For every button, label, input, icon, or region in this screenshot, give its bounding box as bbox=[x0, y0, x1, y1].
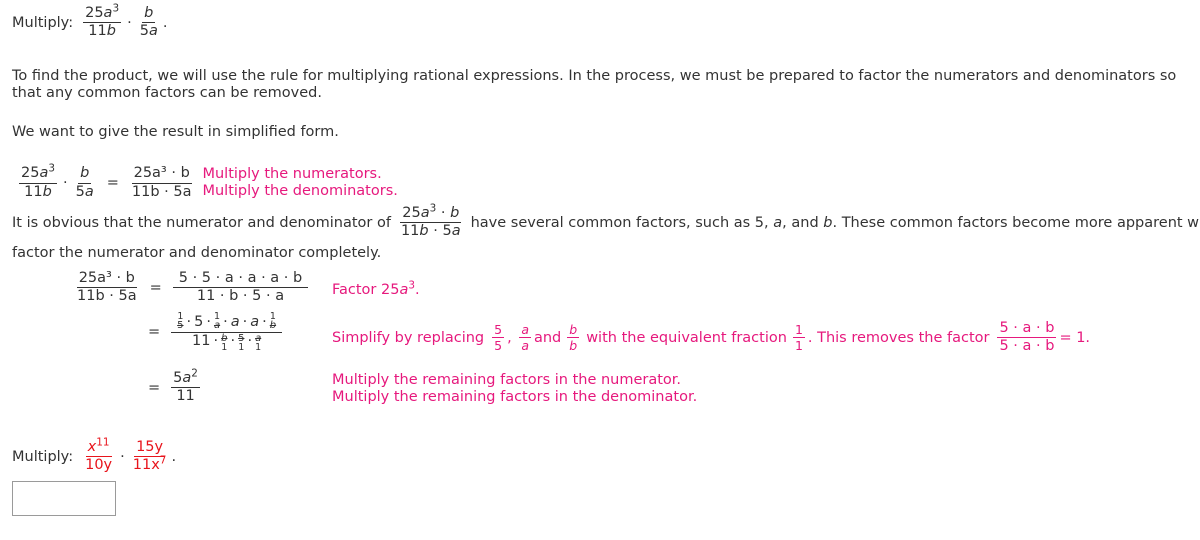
intro-paragraph-2: We want to give the result in simplified… bbox=[12, 124, 339, 140]
answer-input[interactable] bbox=[12, 481, 116, 516]
step2-factored-fraction: 5 · 5 · a · a · a · b 11 · b · 5 · a bbox=[172, 270, 309, 304]
result-fraction: 5a2 11 bbox=[171, 367, 200, 405]
common-factors-paragraph: It is obvious that the numerator and den… bbox=[12, 202, 1200, 240]
intro-paragraph-1: To find the product, we will use the rul… bbox=[12, 68, 1177, 101]
common-factors-fraction: 25a3 · b 11b · 5a bbox=[400, 202, 462, 240]
common-factors-paragraph-line2: factor the numerator and denominator com… bbox=[12, 245, 382, 261]
problem-statement: Multiply: 25a3 11b · b 5a . bbox=[12, 2, 168, 40]
problem-label: Multiply: bbox=[12, 14, 74, 31]
problem-fraction-1: 25a3 11b bbox=[83, 2, 122, 40]
step1-fraction-1: 25a3 11b bbox=[19, 162, 57, 200]
exercise-statement: Multiply: x11 10y · 15y 11x7 . bbox=[12, 436, 177, 474]
step-result: = 5a2 11 bbox=[148, 367, 200, 405]
step-factor: 25a³ · b 11b · 5a = 5 · 5 · a · a · a · b… bbox=[72, 270, 311, 305]
step4-note: Multiply the remaining factors in the nu… bbox=[332, 372, 698, 405]
step1-fraction-2: b 5a bbox=[75, 165, 94, 200]
exercise-fraction-2: 15y 11x7 bbox=[132, 439, 167, 474]
step-cancel: = 1 5 · 5 · 1 a · a · a · 1b 11 · b 1 · 5 1 · a1 bbox=[145, 312, 285, 352]
step3-canceled-fraction: 1 5 · 5 · 1 a · a · a · 1b 11 · b 1 · 5 1 · a1 bbox=[171, 312, 283, 352]
step-multiply: 25a3 11b · b 5a = 25a³ · b 11b · 5a Multipl… bbox=[19, 162, 398, 200]
step3-note: Simplify by replacing 55, aa and bb with… bbox=[332, 320, 1091, 355]
problem-fraction-2: b 5a bbox=[139, 5, 158, 40]
step2-lhs-fraction: 25a³ · b 11b · 5a bbox=[76, 270, 137, 305]
step1-product-fraction: 25a³ · b 11b · 5a bbox=[131, 165, 192, 200]
step2-note: Factor 25a3. bbox=[332, 279, 420, 298]
exercise-fraction-1: x11 10y bbox=[85, 436, 113, 474]
step1-note: Multiply the numerators. Multiply the den… bbox=[202, 166, 398, 199]
